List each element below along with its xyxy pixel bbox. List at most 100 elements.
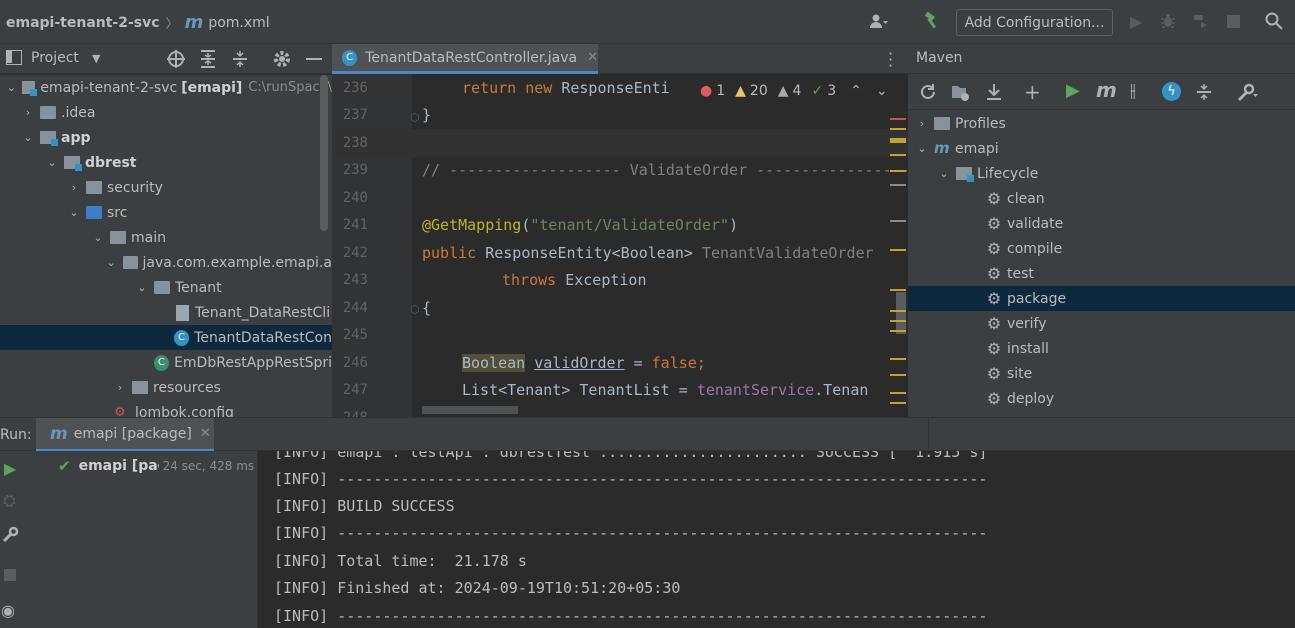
eye-icon[interactable]: ◉ — [1, 601, 15, 620]
code-line[interactable]: 239 // ------------------- ValidateOrder … — [332, 157, 908, 185]
maven-settings-wrench-icon[interactable] — [1236, 82, 1258, 106]
code-line[interactable]: 248 — [332, 404, 908, 417]
collapse-all-icon[interactable] — [1194, 82, 1214, 106]
code-line[interactable]: 247 List<Tenant> TenantList = tenantServi… — [332, 377, 908, 405]
console-output[interactable]: [INFO] emapi : testApi : dbrestTest ....… — [258, 451, 1295, 628]
chevron-down-icon[interactable]: ⌄ — [136, 281, 148, 294]
chevron-down-icon[interactable]: ⌄ — [938, 167, 950, 180]
maven-goal-package[interactable]: ⚙ package — [908, 286, 1295, 311]
warning-mark[interactable] — [890, 330, 906, 332]
code-line[interactable]: 238 — [332, 129, 908, 157]
maven-goal-deploy[interactable]: ⚙ deploy — [908, 386, 1295, 411]
generate-sources-icon[interactable] — [950, 82, 970, 106]
coverage-icon[interactable] — [1189, 10, 1211, 32]
error-stripe[interactable] — [888, 74, 908, 417]
code-editor[interactable]: 236 return new ResponseEnti 237} 238 239 // -… — [332, 74, 908, 417]
tree-item-tenant-package[interactable]: ⌄ Tenant — [0, 275, 332, 300]
breadcrumb-project[interactable]: emapi-tenant-2-svc — [6, 15, 160, 31]
tree-item-package[interactable]: ⌄ java.com.example.emapi.a — [0, 250, 332, 275]
chevron-right-icon[interactable]: › — [114, 381, 126, 394]
maven-goal-test[interactable]: ⚙ test — [908, 261, 1295, 286]
maven-item-lifecycle[interactable]: ⌄ Lifecycle — [908, 161, 1295, 186]
tree-item-src[interactable]: ⌄ src — [0, 200, 332, 225]
chevron-down-icon[interactable]: ⌄ — [22, 131, 34, 144]
tree-item-security[interactable]: › security — [0, 175, 332, 200]
chevron-right-icon[interactable]: › — [916, 117, 928, 130]
stop-icon[interactable] — [1222, 10, 1244, 32]
close-icon[interactable]: ✕ — [200, 426, 211, 441]
tree-item-app[interactable]: ⌄ app — [0, 125, 332, 150]
reload-icon[interactable] — [918, 82, 938, 106]
debug-icon[interactable]: ⛭ — [3, 491, 16, 511]
collapse-all-icon[interactable] — [230, 49, 250, 73]
maven-goal-verify[interactable]: ⚙ verify — [908, 311, 1295, 336]
tree-item-lombok-config[interactable]: ⚙ lombok.config — [0, 400, 332, 418]
settings-gear-icon[interactable] — [272, 49, 292, 73]
breadcrumb-file[interactable]: pom.xml — [208, 15, 269, 31]
warning-mark[interactable] — [890, 392, 906, 394]
warning-mark[interactable] — [890, 358, 906, 360]
close-icon[interactable]: ✕ — [587, 50, 598, 65]
chevron-down-icon[interactable]: ⌄ — [68, 206, 80, 219]
next-highlight-icon[interactable]: ⌄ — [876, 83, 888, 99]
rerun-icon[interactable]: ▶ — [4, 459, 16, 478]
stop-icon[interactable] — [4, 569, 16, 581]
warning-mark[interactable] — [890, 289, 906, 291]
chevron-right-icon[interactable]: › — [22, 106, 34, 119]
tab-tenantdatarestcontroller[interactable]: C TenantDataRestController.java ✕ — [332, 44, 598, 74]
build-hammer-icon[interactable] — [920, 10, 942, 32]
run-tree-item[interactable]: ✔ emapi [pacl 24 sec, 428 ms — [58, 457, 254, 475]
debug-icon[interactable] — [1157, 10, 1179, 32]
code-line[interactable]: 243 throws Exception — [332, 267, 908, 295]
tree-item-main[interactable]: ⌄ main — [0, 225, 332, 250]
run-icon[interactable]: ▶ — [1125, 10, 1147, 32]
download-icon[interactable] — [984, 82, 1004, 106]
warning-mark[interactable] — [890, 128, 906, 130]
skip-tests-icon[interactable]: ϟ — [1162, 82, 1181, 101]
tree-item-tenant-datarestclient[interactable]: Tenant_DataRestCli — [0, 300, 332, 325]
code-line[interactable]: 245 — [332, 322, 908, 350]
chevron-right-icon[interactable]: › — [68, 181, 80, 194]
expand-all-icon[interactable] — [198, 49, 218, 73]
execute-goal-icon[interactable]: m — [1096, 78, 1117, 102]
search-icon[interactable] — [1263, 10, 1285, 32]
warning-mark[interactable] — [890, 320, 906, 322]
stripe-thumb[interactable] — [896, 292, 906, 334]
project-panel-title[interactable]: Project — [31, 50, 79, 66]
previous-highlight-icon[interactable]: ⌃ — [850, 83, 862, 99]
chevron-down-icon[interactable]: ⌄ — [46, 156, 58, 169]
code-line[interactable]: 240 — [332, 184, 908, 212]
code-line[interactable]: 242 public ResponseEntity<Boolean> Tenant… — [332, 239, 908, 267]
chevron-down-icon[interactable]: ⌄ — [92, 231, 104, 244]
tree-item-resources[interactable]: › resources — [0, 375, 332, 400]
warning-mark[interactable] — [890, 374, 906, 376]
maven-goal-compile[interactable]: ⚙ compile — [908, 236, 1295, 261]
add-configuration-button[interactable]: Add Configuration... — [956, 9, 1113, 36]
warning-mark[interactable] — [890, 249, 906, 251]
wrench-icon[interactable] — [2, 525, 20, 547]
chevron-down-icon[interactable]: ⌄ — [916, 142, 928, 155]
weak-mark[interactable] — [890, 184, 906, 186]
maven-goal-validate[interactable]: ⚙ validate — [908, 211, 1295, 236]
locate-icon[interactable] — [166, 49, 186, 73]
warning-mark[interactable] — [890, 170, 906, 172]
add-icon[interactable]: + — [1024, 80, 1041, 104]
warning-mark[interactable] — [890, 154, 906, 156]
chevron-down-icon[interactable]: ⌄ — [7, 81, 17, 94]
warning-mark[interactable] — [890, 310, 906, 312]
chevron-down-icon[interactable]: ⌄ — [106, 256, 117, 269]
toggle-offline-icon[interactable]: ⫲ — [1130, 80, 1136, 101]
tree-scrollbar[interactable] — [320, 75, 328, 231]
tree-item-tenantdatarestcontroller[interactable]: C TenantDataRestCon — [0, 325, 332, 350]
hide-panel-icon[interactable] — [306, 58, 322, 60]
horizontal-scrollbar[interactable] — [422, 406, 518, 414]
tree-item-idea[interactable]: › .idea — [0, 100, 332, 125]
tree-item-root[interactable]: ⌄ emapi-tenant-2-svc [emapi] C:\runSpace… — [0, 75, 332, 100]
maven-goal-clean[interactable]: ⚙ clean — [908, 186, 1295, 211]
tab-run-emapi-package[interactable]: m emapi [package] ✕ — [36, 418, 214, 452]
fold-icon[interactable]: ⬡ — [410, 303, 420, 316]
tree-item-dbrest[interactable]: ⌄ dbrest — [0, 150, 332, 175]
maven-goal-site[interactable]: ⚙ site — [908, 361, 1295, 386]
warning-mark[interactable] — [890, 402, 906, 404]
tree-item-emdbrestapp[interactable]: C EmDbRestAppRestSpri — [0, 350, 332, 375]
